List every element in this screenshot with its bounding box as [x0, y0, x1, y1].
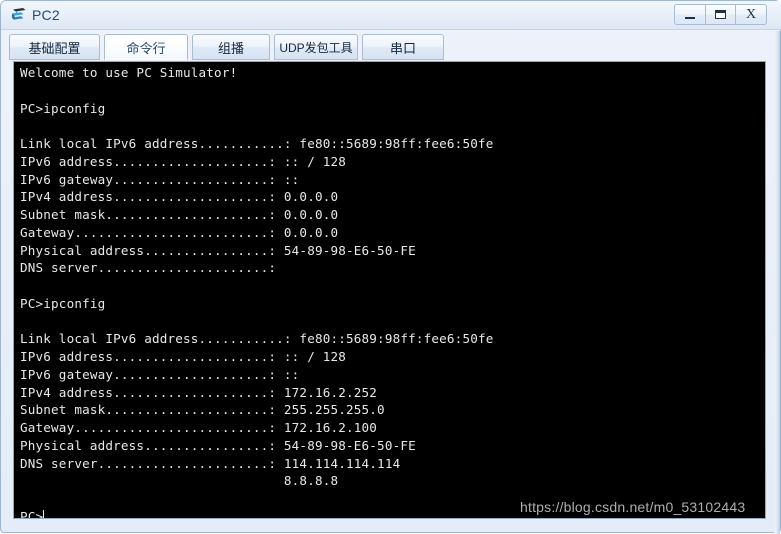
- tab-label: 基础配置: [28, 40, 81, 56]
- tab-label: 串口: [389, 40, 416, 56]
- tab-multicast[interactable]: 组播: [192, 34, 270, 60]
- terminal-output[interactable]: Welcome to use PC Simulator! PC>ipconfig…: [20, 64, 765, 518]
- tab-basic-config[interactable]: 基础配置: [9, 34, 100, 60]
- close-button[interactable]: X: [736, 4, 767, 25]
- title-bar: PC2 X: [1, 1, 781, 30]
- close-icon: X: [745, 6, 757, 22]
- pc2-window: PC2 X 基础配置 命令行 组播 UDP发包工具 串口 Welcome to …: [0, 0, 781, 534]
- pc-device-icon: [12, 8, 26, 20]
- tab-strip: 基础配置 命令行 组播 UDP发包工具 串口: [9, 34, 774, 61]
- tab-serial-port[interactable]: 串口: [362, 34, 444, 60]
- tab-label: UDP发包工具: [279, 40, 353, 55]
- terminal-console[interactable]: Welcome to use PC Simulator! PC>ipconfig…: [13, 61, 766, 519]
- window-title: PC2: [32, 7, 60, 23]
- minimize-button[interactable]: [674, 4, 705, 25]
- maximize-icon: [715, 10, 726, 19]
- minimize-icon: [685, 16, 695, 19]
- tab-label: 命令行: [126, 40, 166, 56]
- window-right-edge: [774, 31, 780, 534]
- terminal-cursor: [43, 509, 45, 518]
- tab-command-line[interactable]: 命令行: [104, 34, 188, 60]
- terminal-text: Welcome to use PC Simulator! PC>ipconfig…: [20, 65, 494, 519]
- tab-udp-tool[interactable]: UDP发包工具: [274, 34, 358, 60]
- tab-label: 组播: [217, 40, 244, 56]
- maximize-button[interactable]: [705, 4, 736, 25]
